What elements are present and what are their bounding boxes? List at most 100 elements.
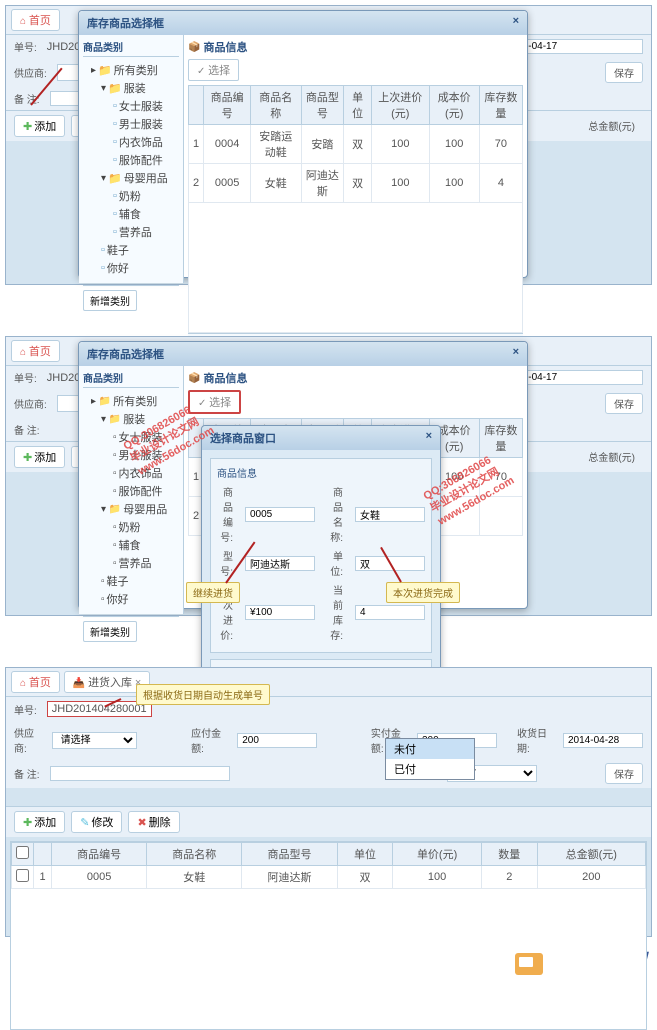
- tree-item[interactable]: ▫你好: [83, 259, 179, 277]
- column-header: 数量: [481, 843, 537, 866]
- complete-callout: 本次进货完成: [386, 582, 460, 603]
- home-tab[interactable]: ⌂ 首页: [11, 9, 60, 31]
- tree-item[interactable]: ▫奶粉: [83, 187, 179, 205]
- stock-input[interactable]: [355, 605, 425, 620]
- product-table: 商品编号 商品名称 商品型号 单位 上次进价(元) 成本价(元) 库存数量 10…: [188, 85, 523, 203]
- column-header: 商品编号: [52, 843, 147, 866]
- supplier-label: 供应商:: [14, 725, 42, 755]
- table-row[interactable]: 1 0005 女鞋 阿迪达斯 双 100 2 200: [12, 866, 646, 889]
- column-header: 单价(元): [393, 843, 482, 866]
- select-all-checkbox[interactable]: [16, 846, 29, 859]
- order-no-label: 单号:: [14, 702, 37, 717]
- column-header: 总金额(元): [537, 843, 645, 866]
- leaf-icon: ▫: [113, 136, 117, 148]
- delete-icon: ✖: [137, 816, 146, 829]
- tree-item[interactable]: ▫营养品: [83, 223, 179, 241]
- tree-item[interactable]: ▫鞋子: [83, 241, 179, 259]
- note-label: 备 注:: [14, 766, 40, 781]
- tree-item[interactable]: ▫服饰配件: [83, 151, 179, 169]
- column-header: 商品名称: [251, 86, 301, 125]
- header-info-row-2: 供应商: 请选择 应付金额: 实付金额: 收货日期:: [6, 721, 651, 759]
- tree-item[interactable]: ▫男士服装: [83, 115, 179, 133]
- column-header: 单位: [337, 843, 393, 866]
- home-tab[interactable]: ⌂ 首页: [11, 671, 60, 693]
- group-title: 商品信息: [217, 465, 425, 480]
- product-name-input[interactable]: [355, 507, 425, 522]
- supplier-label: 供应商:: [14, 65, 47, 80]
- tree-item[interactable]: ▾ 📁服装: [83, 79, 179, 97]
- payable-label: 应付金额:: [191, 725, 227, 755]
- tree-item[interactable]: ▸ 📁所有类别: [83, 61, 179, 79]
- main-table-wrapper: 商品编号 商品名称 商品型号 单位 单价(元) 数量 总金额(元) 1 0005…: [10, 841, 647, 1030]
- pay-status-dropdown[interactable]: 未付 已付: [385, 738, 475, 780]
- figure-3-screenshot: ⌂ 首页 📥 进货入库 × 单号: JHD201404280001 供应商: 请…: [5, 667, 652, 937]
- dialog-title: 库存商品选择框: [87, 15, 164, 31]
- table-row[interactable]: 10004安踏运动鞋安踏双10010070: [189, 125, 523, 164]
- product-info-title: 📦 商品信息: [188, 39, 523, 55]
- column-header: 成本价(元): [429, 86, 479, 125]
- close-icon[interactable]: ×: [426, 430, 432, 446]
- dialog-title-bar: 库存商品选择框 ×: [79, 11, 527, 35]
- leaf-icon: ▫: [101, 244, 105, 256]
- select-button[interactable]: ✓ 选择: [188, 59, 239, 81]
- column-header: 库存数量: [479, 86, 522, 125]
- category-tree-panel: 商品类别 ▸ 📁所有类别 ▾ 📁服装 ▫女士服装 ▫男士服装 ▫内衣饰品 ▫服饰…: [79, 35, 184, 283]
- edit-button[interactable]: ✎修改: [71, 811, 122, 833]
- row-checkbox[interactable]: [16, 869, 29, 882]
- column-header: 商品型号: [242, 843, 337, 866]
- dropdown-option[interactable]: 已付: [386, 759, 474, 779]
- folder-icon: 📁: [108, 82, 122, 95]
- header-info-row-1: 单号: JHD201404280001: [6, 697, 651, 721]
- header-info-row-3: 备 注: 是否已付: 未付 保存: [6, 759, 651, 788]
- last-price-input[interactable]: [245, 605, 315, 620]
- leaf-icon: ▫: [113, 226, 117, 238]
- product-no-input[interactable]: [245, 507, 315, 522]
- receive-date-input[interactable]: [563, 733, 643, 748]
- close-icon[interactable]: ×: [513, 346, 519, 362]
- delete-button[interactable]: ✖删除: [128, 811, 179, 833]
- model-input[interactable]: [245, 556, 315, 571]
- tree-item[interactable]: ▫辅食: [83, 205, 179, 223]
- action-bar: ✚添加 ✎修改 ✖删除: [6, 806, 651, 837]
- select-button[interactable]: ✓ 选择: [188, 390, 241, 414]
- leaf-icon: ▫: [113, 154, 117, 166]
- tree-title: 商品类别: [83, 39, 179, 57]
- dropdown-option[interactable]: 未付: [386, 739, 474, 759]
- add-icon: ✚: [23, 816, 32, 829]
- column-header: 商品编号: [204, 86, 251, 125]
- column-header: 上次进价(元): [371, 86, 429, 125]
- supplier-select[interactable]: 请选择: [52, 732, 138, 749]
- total-col-label: 总金额(元): [580, 115, 643, 137]
- order-no-label: 单号:: [14, 370, 37, 385]
- category-tree-panel: 商品类别 ▸ 📁所有类别 ▾ 📁服装 ▫女士服装 ▫男士服装 ▫内衣饰品 ▫服饰…: [79, 366, 184, 614]
- order-no-label: 单号:: [14, 39, 37, 54]
- add-button[interactable]: ✚添加: [14, 115, 65, 137]
- add-button[interactable]: ✚添加: [14, 811, 65, 833]
- add-button[interactable]: ✚添加: [14, 446, 65, 468]
- close-icon[interactable]: ×: [513, 15, 519, 31]
- payable-input[interactable]: [237, 733, 317, 748]
- tree-item[interactable]: ▾ 📁母婴用品: [83, 169, 179, 187]
- receive-date-label: 收货日期:: [517, 725, 553, 755]
- leaf-icon: ▫: [101, 262, 105, 274]
- product-info-panel: 📦 商品信息 ✓ 选择 商品编号 商品名称 商品型号 单位 上次进价(元) 成本…: [184, 35, 527, 283]
- top-tab-bar: ⌂ 首页 📥 进货入库 ×: [6, 668, 651, 697]
- tree-item[interactable]: ▫女士服装: [83, 97, 179, 115]
- tree-bottom-bar: 新增类别: [83, 285, 179, 311]
- save-button[interactable]: 保存: [605, 763, 643, 784]
- continue-callout: 继续进货: [186, 582, 240, 603]
- home-tab[interactable]: ⌂ 首页: [11, 340, 60, 362]
- select-action-bar: ✓ 选择: [188, 59, 523, 81]
- sub-dialog-title: 选择商品窗口: [210, 430, 276, 446]
- main-product-table: 商品编号 商品名称 商品型号 单位 单价(元) 数量 总金额(元) 1 0005…: [11, 842, 646, 889]
- save-button[interactable]: 保存: [605, 62, 643, 83]
- new-category-button[interactable]: 新增类别: [83, 290, 137, 311]
- product-select-dialog: 库存商品选择框 × 商品类别 ▸ 📁所有类别 ▾ 📁服装 ▫女士服装 ▫男士服装…: [78, 10, 528, 278]
- folder-icon: 📁: [108, 172, 122, 185]
- order-no-callout: 根据收货日期自动生成单号: [136, 684, 270, 705]
- figure-1-screenshot: ⌂ 首页 单号: JHD201404 收货日期: 供应商: 保存 备 注: ✚添…: [5, 5, 652, 285]
- table-row[interactable]: 20005女鞋阿迪达斯双1001004: [189, 164, 523, 203]
- tree-item[interactable]: ▫内衣饰品: [83, 133, 179, 151]
- leaf-icon: ▫: [113, 118, 117, 130]
- note-input[interactable]: [50, 766, 230, 781]
